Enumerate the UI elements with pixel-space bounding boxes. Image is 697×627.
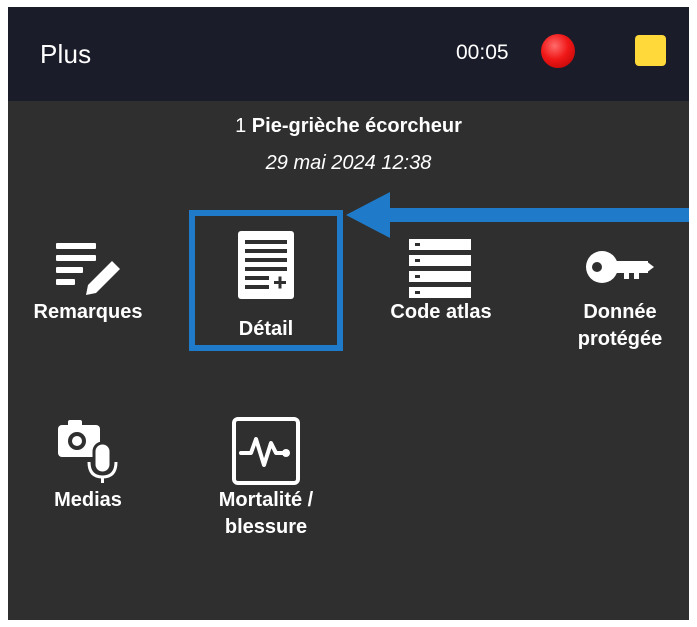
remarques-button[interactable]: Remarques	[13, 235, 163, 326]
donnee-protegee-button[interactable]: Donnée protégée	[545, 235, 689, 353]
app-screen: Plus 00:05 1 Pie-grièche écorcheur 29 ma…	[8, 7, 689, 620]
species-name: Pie-grièche écorcheur	[251, 115, 462, 137]
pulse-icon	[232, 417, 300, 485]
notes-edit-icon	[56, 243, 120, 295]
stop-button[interactable]	[635, 35, 666, 66]
camera-mic-icon	[58, 420, 118, 483]
observation-species: 1 Pie-grièche écorcheur	[8, 115, 689, 138]
medias-button[interactable]: Medias	[13, 415, 163, 514]
observation-count: 1	[235, 115, 247, 137]
observation-date: 29 mai 2024 12:38	[265, 152, 432, 174]
remarques-label: Remarques	[33, 301, 143, 323]
code-atlas-label: Code atlas	[390, 301, 492, 323]
page-title: Plus	[40, 39, 92, 69]
donnee-protegee-label-line1: Donnée	[583, 301, 657, 323]
highlight-frame	[189, 210, 343, 351]
donnee-protegee-label-line2: protégée	[577, 328, 663, 350]
mortalite-blessure-button[interactable]: Mortalité / blessure	[191, 415, 341, 541]
mortalite-label-line1: Mortalité /	[218, 489, 314, 511]
medias-label: Medias	[54, 489, 122, 511]
pointer-arrow-icon	[346, 192, 689, 238]
key-icon	[586, 251, 654, 283]
code-atlas-button[interactable]: Code atlas	[366, 235, 516, 326]
mortalite-label-line2: blessure	[224, 516, 308, 538]
recording-timer: 00:05	[456, 41, 509, 64]
top-bar: Plus 00:05	[8, 7, 689, 101]
record-indicator-icon[interactable]	[541, 34, 575, 68]
list-icon	[409, 239, 471, 298]
